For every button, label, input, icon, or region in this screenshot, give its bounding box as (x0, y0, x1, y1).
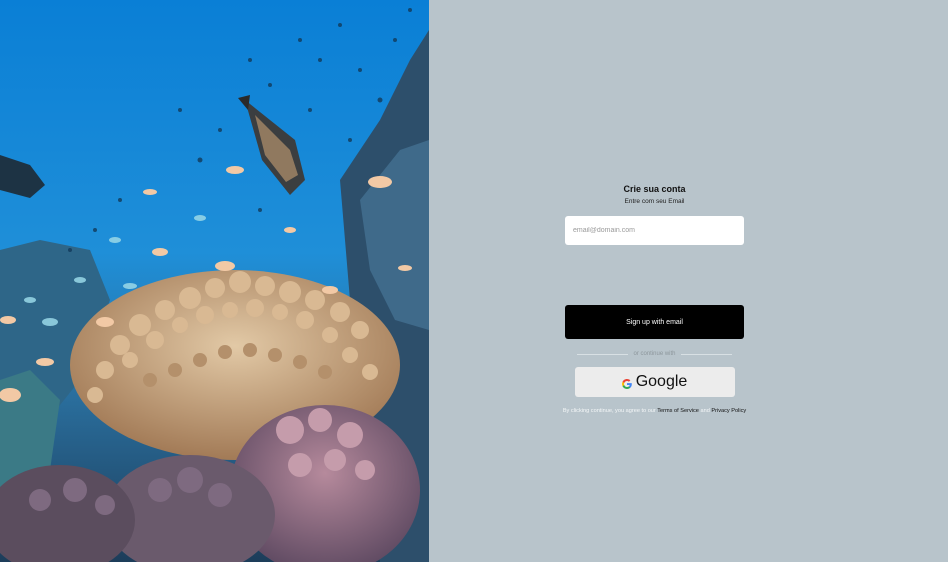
signup-form: Crie sua conta Entre com seu Email Sign … (563, 184, 746, 414)
terms-of-service-link[interactable]: Terms of Service (657, 408, 699, 414)
form-subtitle: Entre com seu Email (624, 198, 685, 205)
email-field[interactable] (565, 216, 744, 245)
legal-and: and (700, 408, 710, 414)
google-icon (621, 377, 632, 389)
google-sign-in-button[interactable]: Google (574, 367, 735, 397)
or-continue-divider: or continue with (577, 351, 732, 357)
divider-line-right (680, 353, 732, 355)
coral-reef-illustration (0, 0, 429, 562)
sign-up-with-email-button[interactable]: Sign up with email (565, 305, 744, 339)
hero-image (0, 0, 429, 562)
privacy-policy-link[interactable]: Privacy Policy (711, 408, 746, 414)
divider-line-left (577, 353, 629, 355)
signup-panel: Crie sua conta Entre com seu Email Sign … (429, 0, 948, 562)
legal-prefix: By clicking continue, you agree to our (562, 408, 656, 414)
legal-text: By clicking continue, you agree to our T… (563, 408, 746, 414)
signup-page: Crie sua conta Entre com seu Email Sign … (0, 0, 948, 562)
form-title: Crie sua conta (623, 184, 686, 194)
divider-text: or continue with (633, 351, 676, 357)
google-button-label: Google (635, 373, 688, 390)
